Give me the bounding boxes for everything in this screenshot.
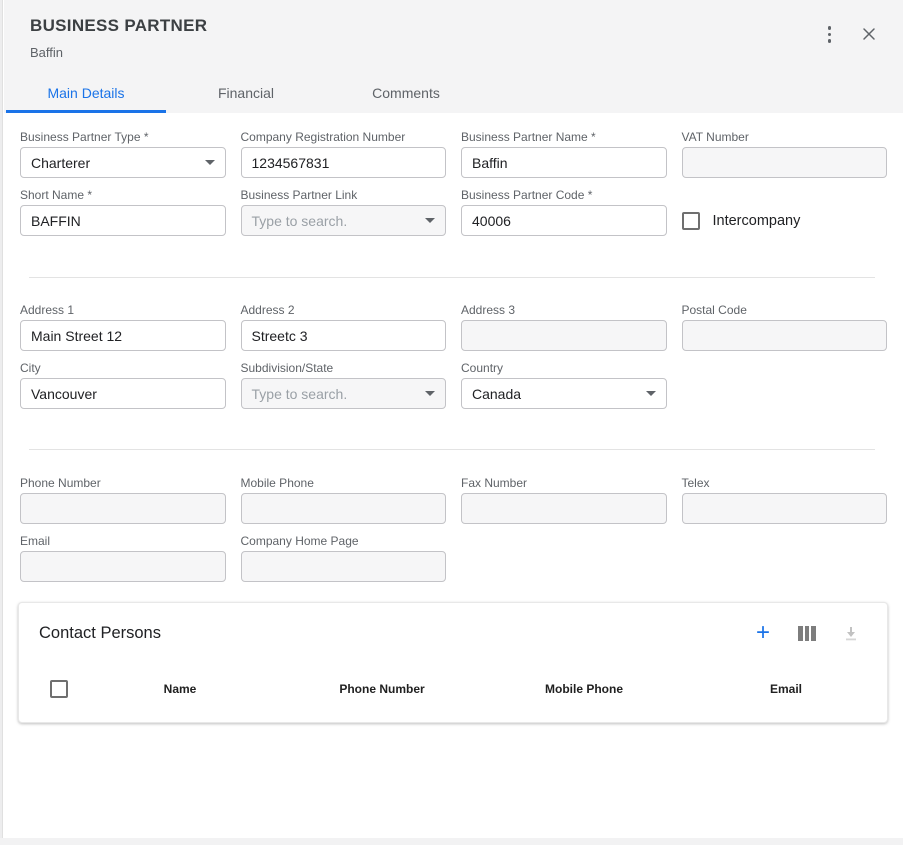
fax-number-label: Fax Number — [461, 477, 667, 490]
column-header-mobile-phone: Mobile Phone — [483, 682, 685, 696]
more-options-icon[interactable] — [822, 22, 838, 47]
country-select[interactable]: Canada — [461, 378, 667, 409]
phone-number-input[interactable] — [20, 493, 226, 524]
business-partner-link-select[interactable]: Type to search. — [241, 205, 447, 236]
city-input[interactable] — [20, 378, 226, 409]
column-header-phone-number: Phone Number — [281, 682, 483, 696]
subdivision-state-placeholder: Type to search. — [252, 386, 348, 402]
tab-main-details[interactable]: Main Details — [6, 75, 166, 113]
address-3-input[interactable] — [461, 320, 667, 351]
contact-persons-card: Contact Persons + Name Phone Number — [18, 602, 888, 723]
column-header-email: Email — [685, 682, 887, 696]
company-home-page-input[interactable] — [241, 551, 447, 582]
intercompany-checkbox[interactable] — [682, 212, 700, 230]
mobile-phone-input[interactable] — [241, 493, 447, 524]
download-icon — [843, 625, 859, 641]
telex-label: Telex — [682, 477, 888, 490]
business-partner-type-label: Business Partner Type * — [20, 131, 226, 144]
subdivision-state-label: Subdivision/State — [241, 362, 447, 375]
business-partner-type-value: Charterer — [31, 155, 90, 171]
plus-icon: + — [756, 624, 770, 642]
mobile-phone-label: Mobile Phone — [241, 477, 447, 490]
business-partner-link-placeholder: Type to search. — [252, 213, 348, 229]
business-partner-name-input[interactable] — [461, 147, 667, 178]
address-3-label: Address 3 — [461, 304, 667, 317]
intercompany-label: Intercompany — [713, 213, 801, 229]
company-registration-number-input[interactable] — [241, 147, 447, 178]
country-label: Country — [461, 362, 667, 375]
export-button[interactable] — [841, 623, 861, 643]
columns-icon — [798, 626, 816, 641]
tab-financial[interactable]: Financial — [166, 75, 326, 113]
tab-bar: Main Details Financial Comments — [6, 75, 486, 113]
business-partner-code-input[interactable] — [461, 205, 667, 236]
address-2-input[interactable] — [241, 320, 447, 351]
section-divider — [29, 449, 875, 450]
postal-code-input[interactable] — [682, 320, 888, 351]
email-input[interactable] — [20, 551, 226, 582]
contact-persons-title: Contact Persons — [39, 624, 161, 643]
page-edge-strip — [0, 0, 3, 845]
address-2-label: Address 2 — [241, 304, 447, 317]
contact-persons-table-header: Name Phone Number Mobile Phone Email — [19, 670, 887, 708]
tab-comments[interactable]: Comments — [326, 75, 486, 113]
column-header-name: Name — [79, 682, 281, 696]
vat-number-label: VAT Number — [682, 131, 888, 144]
add-contact-button[interactable]: + — [753, 623, 773, 643]
chevron-down-icon — [425, 391, 435, 396]
company-registration-number-label: Company Registration Number — [241, 131, 447, 144]
company-home-page-label: Company Home Page — [241, 535, 447, 548]
main-details-panel: Business Partner Type * Charterer Compan… — [4, 113, 903, 838]
page-title: BUSINESS PARTNER — [30, 16, 207, 36]
phone-number-label: Phone Number — [20, 477, 226, 490]
city-label: City — [20, 362, 226, 375]
subdivision-state-select[interactable]: Type to search. — [241, 378, 447, 409]
business-partner-name-label: Business Partner Name * — [461, 131, 667, 144]
email-label: Email — [20, 535, 226, 548]
section-divider — [29, 277, 875, 278]
business-partner-type-select[interactable]: Charterer — [20, 147, 226, 178]
chevron-down-icon — [646, 391, 656, 396]
page-subtitle: Baffin — [30, 45, 63, 60]
chevron-down-icon — [425, 218, 435, 223]
address-1-label: Address 1 — [20, 304, 226, 317]
address-1-input[interactable] — [20, 320, 226, 351]
close-icon[interactable] — [861, 26, 877, 42]
chevron-down-icon — [205, 160, 215, 165]
dialog-header: BUSINESS PARTNER Baffin Main Details Fin… — [4, 0, 903, 113]
postal-code-label: Postal Code — [682, 304, 888, 317]
short-name-label: Short Name * — [20, 189, 226, 202]
business-partner-code-label: Business Partner Code * — [461, 189, 667, 202]
page-bottom-strip — [0, 838, 903, 845]
column-settings-button[interactable] — [797, 623, 817, 643]
fax-number-input[interactable] — [461, 493, 667, 524]
select-all-checkbox[interactable] — [50, 680, 68, 698]
short-name-input[interactable] — [20, 205, 226, 236]
business-partner-link-label: Business Partner Link — [241, 189, 447, 202]
vat-number-input[interactable] — [682, 147, 888, 178]
telex-input[interactable] — [682, 493, 888, 524]
country-value: Canada — [472, 386, 521, 402]
